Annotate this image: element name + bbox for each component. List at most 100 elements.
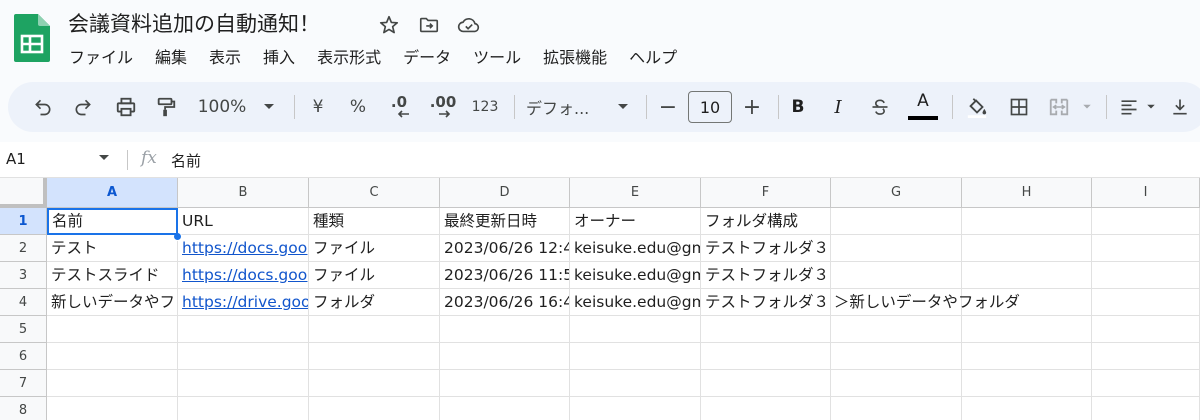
- name-box[interactable]: A1: [6, 150, 26, 168]
- cell-e4[interactable]: keisuke.edu@gm: [570, 289, 701, 316]
- row-header-5[interactable]: 5: [0, 316, 47, 343]
- document-title[interactable]: 会議資料追加の自動通知！: [68, 8, 320, 38]
- bold-button[interactable]: B: [786, 82, 810, 132]
- cell-e5[interactable]: [570, 316, 701, 343]
- cell-h1[interactable]: [962, 208, 1092, 235]
- cell-e6[interactable]: [570, 343, 701, 370]
- paint-format-icon[interactable]: [150, 82, 182, 132]
- cloud-status-icon[interactable]: [456, 12, 482, 38]
- undo-icon[interactable]: [28, 82, 58, 132]
- cell-i5[interactable]: [1092, 316, 1200, 343]
- horizontal-align-icon[interactable]: [1114, 82, 1144, 132]
- cell-g3[interactable]: [831, 262, 962, 289]
- cell-c3[interactable]: ファイル: [309, 262, 440, 289]
- cell-d7[interactable]: [440, 370, 570, 397]
- cell-h6[interactable]: [962, 343, 1092, 370]
- row-header-2[interactable]: 2: [0, 235, 47, 262]
- decrease-font-size-button[interactable]: −: [656, 82, 680, 132]
- cell-d1[interactable]: 最終更新日時: [440, 208, 570, 235]
- cell-h7[interactable]: [962, 370, 1092, 397]
- chevron-down-icon[interactable]: [614, 82, 632, 132]
- cell-b4[interactable]: https://drive.goog: [178, 289, 309, 316]
- cell-h5[interactable]: [962, 316, 1092, 343]
- cell-c2[interactable]: ファイル: [309, 235, 440, 262]
- star-icon[interactable]: [376, 12, 402, 38]
- vertical-align-icon[interactable]: [1168, 82, 1192, 132]
- cell-f5[interactable]: [701, 316, 831, 343]
- row-header-4[interactable]: 4: [0, 289, 47, 316]
- column-header-h[interactable]: H: [962, 178, 1092, 208]
- cell-c5[interactable]: [309, 316, 440, 343]
- row-header-7[interactable]: 7: [0, 370, 47, 397]
- cell-i6[interactable]: [1092, 343, 1200, 370]
- cell-d3[interactable]: 2023/06/26 11:5:: [440, 262, 570, 289]
- italic-button[interactable]: I: [826, 82, 850, 132]
- redo-icon[interactable]: [68, 82, 98, 132]
- menu-format[interactable]: 表示形式: [306, 46, 392, 72]
- cell-d2[interactable]: 2023/06/26 12:4!: [440, 235, 570, 262]
- cell-c7[interactable]: [309, 370, 440, 397]
- cell-e2[interactable]: keisuke.edu@gm: [570, 235, 701, 262]
- row-header-8[interactable]: 8: [0, 397, 47, 420]
- font-select[interactable]: デフォ...: [526, 82, 616, 132]
- font-size-input[interactable]: 10: [688, 91, 732, 123]
- cell-a1[interactable]: 名前: [47, 208, 178, 235]
- cell-f2[interactable]: テストフォルダ３: [701, 235, 831, 262]
- menu-extensions[interactable]: 拡張機能: [532, 46, 618, 72]
- column-header-e[interactable]: E: [570, 178, 701, 208]
- cell-i2[interactable]: [1092, 235, 1200, 262]
- column-header-d[interactable]: D: [440, 178, 570, 208]
- column-header-i[interactable]: I: [1092, 178, 1200, 208]
- cell-g1[interactable]: [831, 208, 962, 235]
- cell-g2[interactable]: [831, 235, 962, 262]
- chevron-down-icon[interactable]: [260, 82, 278, 132]
- cell-a4[interactable]: 新しいデータやフ: [47, 289, 178, 316]
- column-header-g[interactable]: G: [831, 178, 962, 208]
- cell-a5[interactable]: [47, 316, 178, 343]
- increase-font-size-button[interactable]: +: [740, 82, 764, 132]
- menu-edit[interactable]: 編集: [144, 46, 198, 72]
- cell-b2[interactable]: https://docs.goog: [178, 235, 309, 262]
- cell-e8[interactable]: [570, 397, 701, 420]
- cell-a8[interactable]: [47, 397, 178, 420]
- cell-h3[interactable]: [962, 262, 1092, 289]
- cell-c8[interactable]: [309, 397, 440, 420]
- cell-g6[interactable]: [831, 343, 962, 370]
- chevron-down-icon[interactable]: [1078, 82, 1096, 132]
- cell-i1[interactable]: [1092, 208, 1200, 235]
- cell-e1[interactable]: オーナー: [570, 208, 701, 235]
- cell-f4[interactable]: テストフォルダ３ ＞新しいデータやフォルダ: [701, 289, 1020, 316]
- column-header-c[interactable]: C: [309, 178, 440, 208]
- row-header-6[interactable]: 6: [0, 343, 47, 370]
- cell-e7[interactable]: [570, 370, 701, 397]
- cell-i4[interactable]: [1092, 289, 1200, 316]
- chevron-down-icon[interactable]: [98, 154, 110, 162]
- cell-h2[interactable]: [962, 235, 1092, 262]
- column-header-f[interactable]: F: [701, 178, 831, 208]
- cell-i7[interactable]: [1092, 370, 1200, 397]
- formula-input[interactable]: 名前: [171, 150, 201, 171]
- column-header-b[interactable]: B: [178, 178, 309, 208]
- menu-file[interactable]: ファイル: [58, 46, 144, 72]
- cell-f6[interactable]: [701, 343, 831, 370]
- cell-b5[interactable]: [178, 316, 309, 343]
- cell-d6[interactable]: [440, 343, 570, 370]
- print-icon[interactable]: [110, 82, 142, 132]
- row-header-1[interactable]: 1: [0, 208, 47, 235]
- cell-f3[interactable]: テストフォルダ３: [701, 262, 831, 289]
- cell-b6[interactable]: [178, 343, 309, 370]
- row-header-3[interactable]: 3: [0, 262, 47, 289]
- menu-insert[interactable]: 挿入: [252, 46, 306, 72]
- column-header-a[interactable]: A: [47, 178, 178, 208]
- cell-g7[interactable]: [831, 370, 962, 397]
- cell-h8[interactable]: [962, 397, 1092, 420]
- cell-a6[interactable]: [47, 343, 178, 370]
- number-format-button[interactable]: 123: [468, 82, 502, 132]
- cell-g8[interactable]: [831, 397, 962, 420]
- zoom-select[interactable]: 100%: [192, 82, 252, 132]
- percent-button[interactable]: %: [346, 82, 370, 132]
- cell-d4[interactable]: 2023/06/26 16:4(: [440, 289, 570, 316]
- cell-f7[interactable]: [701, 370, 831, 397]
- cell-b3[interactable]: https://docs.goog: [178, 262, 309, 289]
- select-all-corner[interactable]: [0, 178, 47, 208]
